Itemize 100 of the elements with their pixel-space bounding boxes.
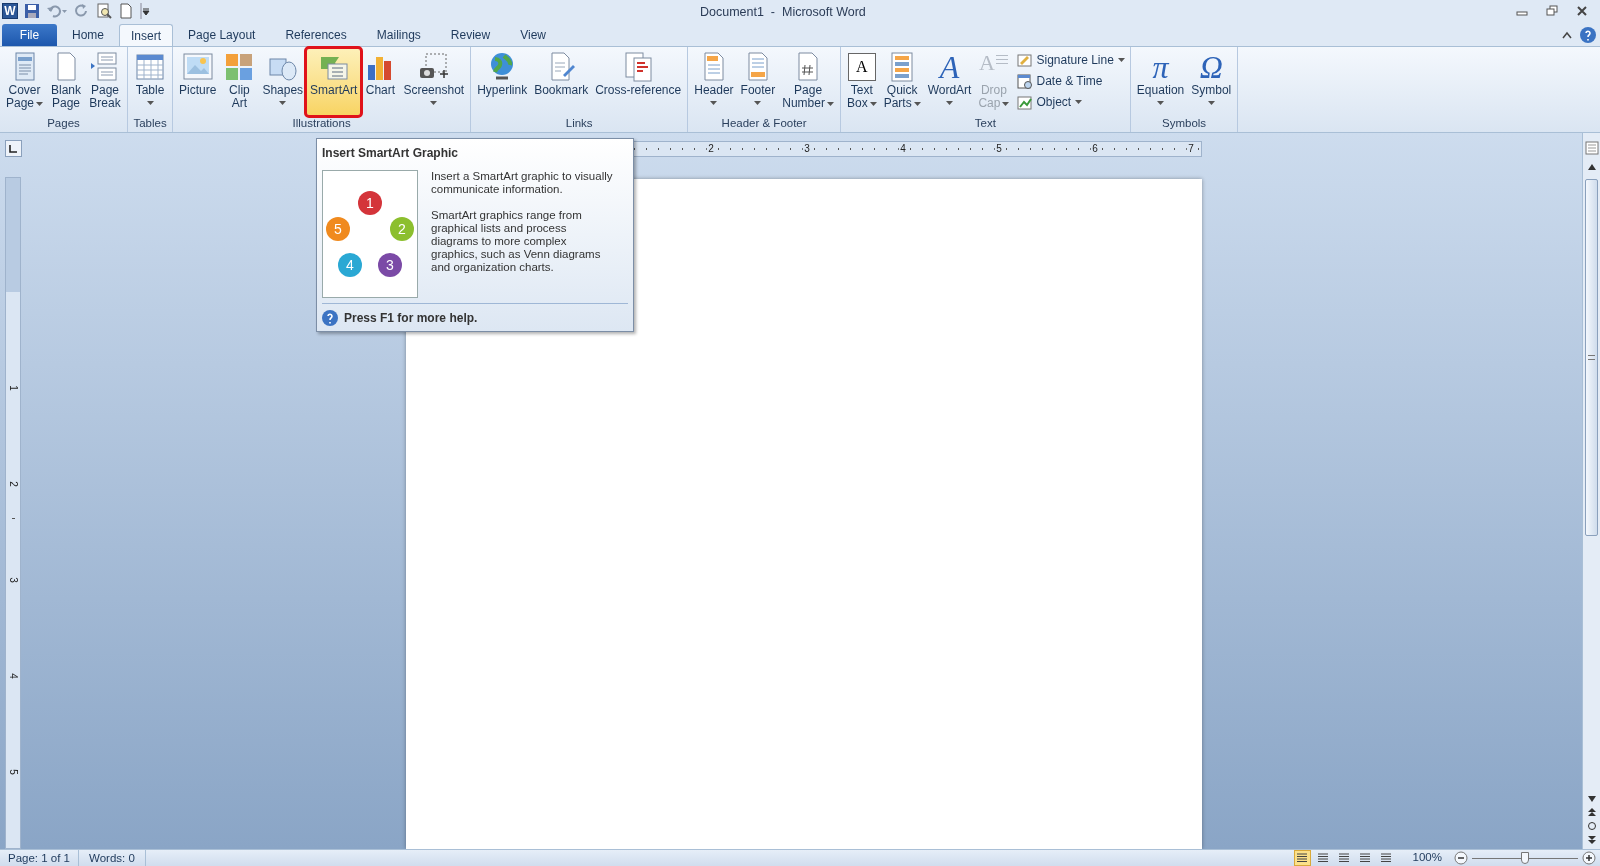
ruler-number: 1 — [8, 385, 18, 391]
ribbon-small-button[interactable]: Date & Time — [1017, 72, 1127, 90]
help-icon — [322, 309, 338, 326]
zoom-in-icon[interactable] — [1582, 851, 1596, 865]
zoom-slider[interactable] — [1472, 851, 1578, 865]
group-label: Header & Footer — [720, 116, 808, 131]
ribbon-button[interactable]: Page Number — [779, 49, 837, 115]
ribbon-button[interactable]: Page Break — [86, 49, 125, 115]
ruler-number: 7 — [1187, 144, 1195, 154]
ruler-number: 5 — [995, 144, 1003, 154]
documents-icon — [622, 51, 655, 83]
ribbon-button[interactable]: Clip Art — [220, 49, 259, 115]
numbered-circle: 2 — [390, 217, 414, 241]
wordart-icon: A — [939, 51, 960, 83]
left-tab-icon — [9, 144, 17, 153]
ruler-number: 6 — [1091, 144, 1099, 154]
zoom-slider-thumb[interactable] — [1521, 852, 1529, 864]
ruler-number: 2 — [8, 481, 18, 487]
page-count[interactable]: Page: 1 of 1 — [0, 850, 80, 866]
view-layout-icon — [1296, 853, 1309, 863]
previous-page-icon[interactable] — [1586, 807, 1597, 817]
word-count[interactable]: Words: 0 — [79, 850, 146, 866]
view-layout-icon — [1380, 853, 1393, 863]
restore-icon[interactable] — [1546, 5, 1558, 17]
tooltip-title: Insert SmartArt Graphic — [322, 145, 460, 162]
ribbon-button[interactable]: π Equation — [1133, 49, 1188, 115]
numbered-circle: 1 — [358, 191, 382, 215]
ruler-number: 2 — [707, 144, 715, 154]
tooltip-text: SmartArt graphics range from graphical lists and process diagrams to more complex graphics, such as Venn diagrams and organization charts. — [431, 209, 602, 274]
ribbon-button[interactable]: Screenshot — [400, 49, 468, 115]
group-label: Text — [973, 116, 997, 131]
help-icon[interactable] — [1580, 27, 1596, 43]
next-page-icon[interactable] — [1586, 835, 1597, 845]
group-label: Symbols — [1161, 116, 1208, 131]
new-document-icon[interactable] — [118, 3, 134, 19]
ribbon-button[interactable]: Footer — [737, 49, 779, 115]
ribbon-button[interactable]: SmartArt — [307, 49, 361, 115]
ribbon-button[interactable]: A WordArt — [924, 49, 975, 115]
scrollbar-thumb[interactable] — [1585, 179, 1598, 536]
collapse-ribbon-icon[interactable] — [1562, 31, 1572, 39]
ribbon-button[interactable]: Header — [691, 49, 737, 115]
ribbon-button[interactable]: Hyperlink — [474, 49, 531, 115]
ribbon-button[interactable]: Chart — [361, 49, 400, 115]
pi-icon: π — [1152, 51, 1169, 83]
help-hint: Press F1 for more help. — [344, 309, 478, 327]
ruler-number: 3 — [8, 577, 18, 583]
signature-icon — [1017, 52, 1033, 68]
table-icon — [134, 51, 167, 83]
ribbon-button[interactable]: Bookmark — [531, 49, 592, 115]
ribbon-tab[interactable]: Mailings — [361, 24, 436, 46]
ribbon-tab[interactable]: View — [505, 24, 561, 46]
ribbon-small-button[interactable]: Signature Line — [1017, 51, 1127, 69]
save-icon[interactable] — [24, 3, 40, 19]
group-label: Links — [564, 116, 594, 131]
ribbon-small-button[interactable]: Object — [1017, 93, 1127, 111]
zoom-out-icon[interactable] — [1454, 851, 1468, 865]
ruler-number: 4 — [8, 673, 18, 679]
object-icon — [1017, 94, 1033, 110]
tab-selector[interactable] — [4, 140, 22, 157]
customize-menu-icon[interactable] — [140, 3, 150, 19]
view-layout-icon — [1359, 853, 1372, 863]
scroll-up-icon[interactable] — [1586, 163, 1597, 171]
ribbon-tab[interactable]: Insert — [119, 24, 174, 46]
ribbon-button[interactable]: Table — [131, 49, 170, 115]
ribbon-button[interactable]: Cross-reference — [592, 49, 685, 115]
browse-object-icon[interactable] — [1586, 821, 1597, 831]
group-label: Pages — [46, 116, 81, 131]
print-preview-icon[interactable] — [96, 3, 112, 19]
ribbon-button[interactable]: Quick Parts — [880, 49, 924, 115]
app-icon: W — [2, 3, 18, 19]
ribbon-button[interactable]: Ω Symbol — [1188, 49, 1235, 115]
ribbon-tab[interactable]: Page Layout — [173, 24, 271, 46]
ribbon-tab[interactable]: References — [270, 24, 362, 46]
picture-icon — [181, 51, 214, 83]
numbered-circle: 5 — [326, 217, 350, 241]
ruler-number: 3 — [803, 144, 811, 154]
ribbon-button[interactable]: Blank Page — [47, 49, 86, 115]
ribbon-tab[interactable]: File — [2, 24, 57, 46]
ribbon-tab[interactable]: Home — [57, 24, 119, 46]
close-icon[interactable] — [1576, 5, 1588, 17]
view-layout-icon — [1317, 853, 1330, 863]
numbered-circle: 3 — [378, 253, 402, 277]
ruler-number: 4 — [899, 144, 907, 154]
ribbon-button[interactable]: Picture — [176, 49, 220, 115]
ribbon-tab[interactable]: Review — [435, 24, 506, 46]
ribbon-button[interactable]: A Text Box — [843, 49, 880, 115]
ribbon-button[interactable]: Cover Page — [3, 49, 47, 115]
scroll-down-icon[interactable] — [1586, 795, 1597, 803]
window-title: Document1 - Microsoft Word — [700, 4, 866, 21]
group-label: Illustrations — [291, 116, 352, 131]
calendar-icon — [1017, 73, 1033, 89]
view-layout-icon — [1338, 853, 1351, 863]
tooltip-text: Insert a SmartArt graphic to visually communicate information. — [431, 170, 613, 196]
group-label: Tables — [132, 116, 168, 131]
text-box-icon: A — [847, 53, 876, 81]
zoom-level[interactable]: 100% — [1412, 849, 1442, 866]
view-button[interactable] — [1293, 850, 1311, 866]
omega-icon: Ω — [1199, 51, 1223, 83]
ribbon-button[interactable]: Shapes — [259, 49, 307, 115]
ruler-number: 5 — [8, 769, 18, 775]
